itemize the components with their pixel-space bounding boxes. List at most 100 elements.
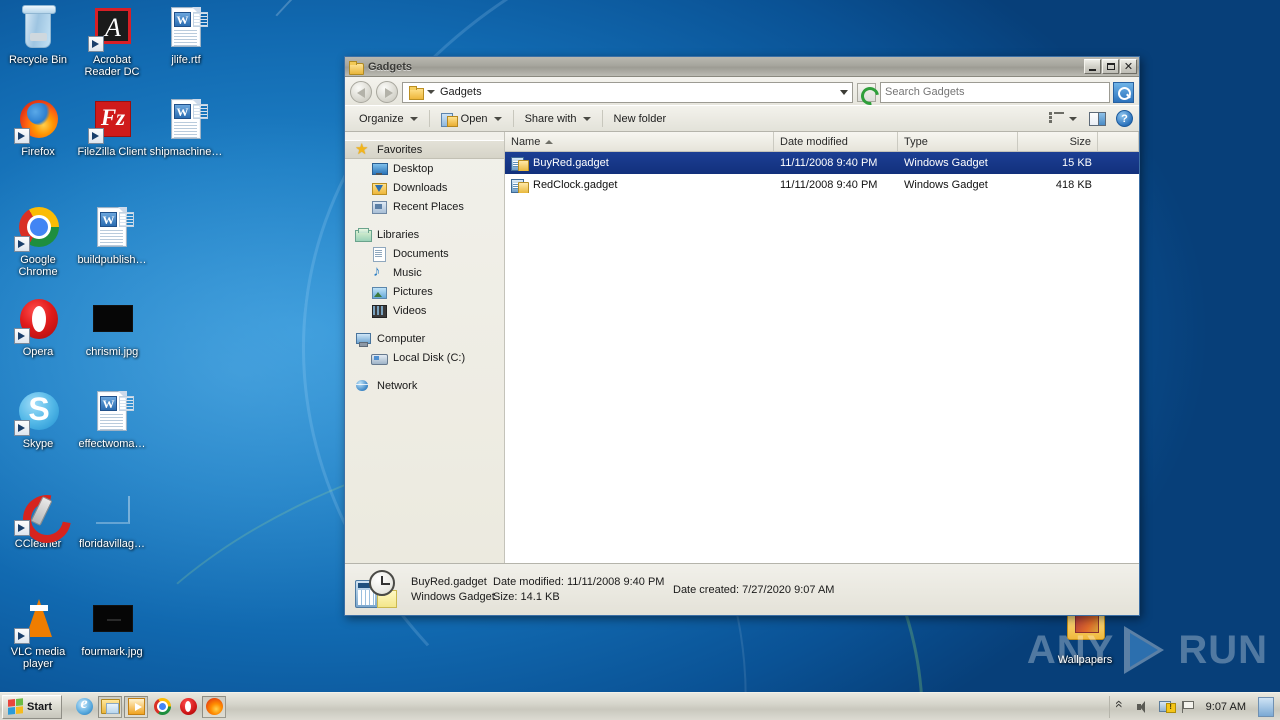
chevron-down-icon — [493, 116, 502, 121]
column-headers[interactable]: Name Date modified Type Size — [505, 132, 1139, 152]
column-header-name[interactable]: Name — [505, 132, 774, 151]
show-desktop-button[interactable] — [1258, 696, 1274, 717]
sidebar-item-desktop[interactable]: Desktop — [345, 159, 504, 178]
image-thumbnail-icon-art — [93, 305, 133, 332]
chevron-down-icon — [582, 116, 591, 121]
table-row[interactable]: RedClock.gadget 11/11/2008 9:40 PM Windows… — [505, 174, 1139, 196]
preview-pane-icon[interactable] — [1089, 111, 1106, 126]
open-button[interactable]: Open — [433, 108, 510, 130]
sidebar-item-favorites[interactable]: Favorites — [345, 140, 504, 159]
column-header-type[interactable]: Type — [898, 132, 1018, 151]
taskbar-button-windows-media-player[interactable] — [124, 695, 149, 718]
desktop-icon-skype[interactable]: Skype — [1, 388, 75, 450]
desktop-icon-recycle-bin[interactable]: Recycle Bin — [1, 4, 75, 66]
sidebar-item-videos[interactable]: Videos — [345, 301, 504, 320]
address-history-dropdown-icon[interactable] — [840, 89, 848, 95]
image-thumbnail-icon — [88, 488, 136, 536]
navigation-bar[interactable]: Gadgets — [345, 77, 1139, 105]
organize-button[interactable]: Organize — [351, 109, 426, 129]
desktop-icon-vlc[interactable]: VLC media player — [1, 596, 75, 670]
show-hidden-icons[interactable] — [1114, 699, 1130, 715]
file-rows[interactable]: BuyRed.gadget 11/11/2008 9:40 PM Windows G… — [505, 152, 1139, 563]
refresh-button[interactable] — [857, 82, 876, 102]
sidebar-item-recent-places[interactable]: Recent Places — [345, 197, 504, 216]
file-name: RedClock.gadget — [533, 179, 618, 191]
navigation-pane[interactable]: Favorites Desktop Downloads Recent Places Li… — [345, 132, 505, 563]
desktop-icon-acrobat-reader[interactable]: Acrobat Reader DC — [75, 4, 149, 78]
back-button[interactable] — [350, 81, 372, 103]
quick-launch-bar[interactable] — [72, 695, 227, 718]
taskbar-button-opera[interactable] — [176, 696, 200, 718]
sidebar-item-downloads[interactable]: Downloads — [345, 178, 504, 197]
sidebar-item-documents[interactable]: Documents — [345, 244, 504, 263]
address-bar[interactable]: Gadgets — [402, 81, 853, 103]
desktop-icon-firefox[interactable]: Firefox — [1, 96, 75, 158]
taskbar-button-google-chrome[interactable] — [150, 696, 174, 718]
desktop-icon-chrome[interactable]: Google Chrome — [1, 204, 75, 278]
details-created-column: Date created: 7/27/2020 9:07 AM — [673, 584, 834, 596]
system-tray[interactable]: 9:07 AM — [1108, 695, 1278, 718]
column-header-date-modified[interactable]: Date modified — [774, 132, 898, 151]
column-header-size[interactable]: Size — [1018, 132, 1098, 151]
cell-name[interactable]: BuyRed.gadget — [505, 155, 774, 171]
cell-name[interactable]: RedClock.gadget — [505, 177, 774, 193]
search-icon[interactable] — [1113, 81, 1134, 103]
change-view-icon[interactable] — [1049, 112, 1064, 125]
minimize-button[interactable] — [1084, 59, 1101, 74]
share-with-button[interactable]: Share with — [517, 109, 599, 129]
column-header-name-label: Name — [511, 135, 541, 148]
close-button[interactable]: ✕ — [1120, 59, 1137, 74]
taskbar-button-windows-explorer[interactable] — [98, 695, 123, 718]
downloads-icon — [371, 181, 387, 195]
desktop-icon-word-document[interactable]: Wjlife.rtf — [149, 4, 223, 66]
network-icon[interactable] — [1158, 699, 1176, 715]
sidebar-item-music[interactable]: Music — [345, 263, 504, 282]
desktop[interactable]: Recycle Bin Acrobat Reader DC Wjlife.rtf Fi… — [0, 0, 1280, 720]
sidebar-item-pictures[interactable]: Pictures — [345, 282, 504, 301]
window-body: Favorites Desktop Downloads Recent Places Li… — [345, 132, 1139, 563]
search-box[interactable] — [880, 81, 1110, 103]
sidebar-item-local-disk-c-[interactable]: Local Disk (C:) — [345, 348, 504, 367]
taskbar[interactable]: Start 9:07 AM — [0, 692, 1280, 720]
chevron-down-icon[interactable] — [427, 90, 435, 94]
sidebar-item-computer[interactable]: Computer — [345, 329, 504, 348]
action-center-flag-icon[interactable] — [1180, 699, 1196, 715]
file-list-pane[interactable]: Name Date modified Type Size BuyRed.gadg… — [505, 132, 1139, 563]
desktop-icon-word-document[interactable]: Wbuildpublish… — [75, 204, 149, 266]
desktop-icon — [371, 162, 388, 176]
details-columns: BuyRed.gadget Windows Gadget Date modifi… — [411, 576, 1129, 603]
table-row[interactable]: BuyRed.gadget 11/11/2008 9:40 PM Windows G… — [505, 152, 1139, 174]
window-title-bar[interactable]: Gadgets ✕ — [345, 57, 1139, 77]
taskbar-button-firefox[interactable] — [202, 695, 227, 718]
forward-button[interactable] — [376, 81, 398, 103]
desktop-icon-word-document[interactable]: Weffectwoma… — [75, 388, 149, 450]
sidebar-item-network[interactable]: Network — [345, 376, 504, 395]
new-folder-button[interactable]: New folder — [606, 109, 675, 129]
sort-ascending-icon — [545, 139, 554, 144]
maximize-button[interactable] — [1102, 59, 1119, 74]
start-button[interactable]: Start — [2, 694, 63, 719]
desktop-icon-image-thumbnail[interactable]: fourmark.jpg — [75, 596, 149, 658]
help-button[interactable]: ? — [1116, 110, 1133, 127]
explorer-window[interactable]: Gadgets ✕ Gadgets Search Gadgets Organiz… — [344, 56, 1140, 616]
taskbar-button-internet-explorer[interactable] — [72, 695, 96, 718]
details-date-created-label: Date created: — [673, 583, 740, 596]
command-toolbar[interactable]: Organize Open Share with New folder ? — [345, 105, 1139, 132]
clock[interactable]: 9:07 AM — [1202, 701, 1250, 713]
desktop-icon-word-document[interactable]: Wshipmachine… — [149, 96, 223, 158]
shortcut-arrow-icon — [14, 128, 30, 144]
desktop-icon-label: jlife.rtf — [171, 54, 201, 66]
desktop-icon-image-thumbnail[interactable]: chrismi.jpg — [75, 296, 149, 358]
breadcrumb-path[interactable]: Gadgets — [440, 86, 482, 98]
desktop-icon-filezilla[interactable]: FileZilla Client — [75, 96, 149, 158]
sidebar-item-libraries[interactable]: Libraries — [345, 225, 504, 244]
vlc-icon — [14, 596, 62, 644]
desktop-icon-image-thumbnail[interactable]: floridavillag… — [75, 488, 149, 550]
chevron-down-icon[interactable] — [1069, 116, 1077, 121]
volume-icon[interactable] — [1136, 699, 1152, 715]
desktop-icon-opera[interactable]: Opera — [1, 296, 75, 358]
search-input[interactable] — [881, 86, 1109, 98]
desktop-icon-ccleaner[interactable]: CCleaner — [1, 488, 75, 550]
desktop-icon-label: effectwoma… — [78, 438, 146, 450]
details-file-type: Windows Gadget — [411, 591, 495, 603]
